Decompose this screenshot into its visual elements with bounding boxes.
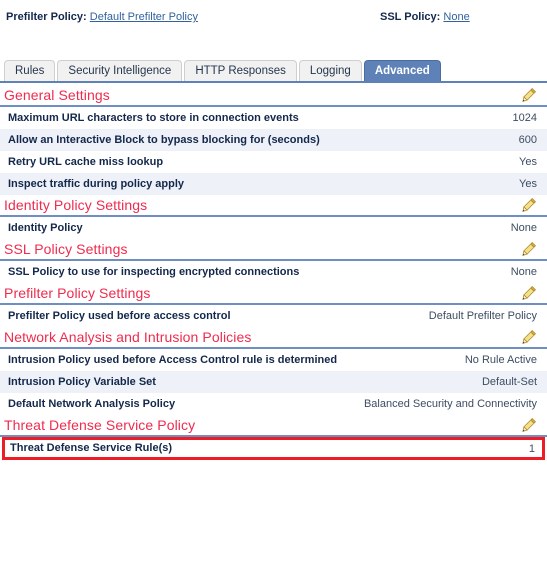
row-label: Prefilter Policy used before access cont… bbox=[8, 309, 231, 322]
row-label: Intrusion Policy Variable Set bbox=[8, 375, 156, 388]
section-network-analysis-and-intrusion-policies: Network Analysis and Intrusion Policies I… bbox=[0, 327, 547, 415]
section-ssl-policy-settings: SSL Policy Settings SSL Policy to use for… bbox=[0, 239, 547, 283]
section-header-network-analysis-and-intrusion-policies: Network Analysis and Intrusion Policies bbox=[0, 327, 547, 349]
section-header-general-settings: General Settings bbox=[0, 85, 547, 107]
section-title: Network Analysis and Intrusion Policies bbox=[4, 329, 252, 345]
pencil-icon[interactable] bbox=[521, 285, 537, 301]
pencil-icon[interactable] bbox=[521, 241, 537, 257]
row-value: 1 bbox=[528, 442, 535, 455]
row-label: Maximum URL characters to store in conne… bbox=[8, 111, 299, 124]
policy-summary-bar: Prefilter Policy: Default Prefilter Poli… bbox=[0, 0, 547, 36]
pencil-icon[interactable] bbox=[521, 329, 537, 345]
row-label: Allow an Interactive Block to bypass blo… bbox=[8, 133, 320, 146]
table-row[interactable]: Maximum URL characters to store in conne… bbox=[0, 107, 547, 129]
row-label: Intrusion Policy used before Access Cont… bbox=[8, 353, 338, 366]
section-title: Identity Policy Settings bbox=[4, 197, 148, 213]
section-identity-policy-settings: Identity Policy Settings Identity Policy N… bbox=[0, 195, 547, 239]
row-value: Default Prefilter Policy bbox=[428, 310, 537, 322]
prefilter-policy-summary: Prefilter Policy: Default Prefilter Poli… bbox=[6, 11, 198, 23]
table-row[interactable]: SSL Policy to use for inspecting encrypt… bbox=[0, 261, 547, 283]
row-value: Default-Set bbox=[481, 376, 537, 388]
row-label: SSL Policy to use for inspecting encrypt… bbox=[8, 265, 300, 278]
ssl-policy-summary: SSL Policy: None bbox=[380, 11, 470, 23]
row-value: No Rule Active bbox=[464, 354, 537, 366]
row-label: Threat Defense Service Rule(s) bbox=[10, 442, 173, 454]
tab-http-responses[interactable]: HTTP Responses bbox=[184, 60, 297, 81]
tab-rules[interactable]: Rules bbox=[4, 60, 56, 81]
table-row[interactable]: Intrusion Policy Variable Set Default-Set bbox=[0, 371, 547, 393]
ssl-policy-link[interactable]: None bbox=[443, 11, 469, 23]
pencil-icon[interactable] bbox=[521, 197, 537, 213]
pencil-icon[interactable] bbox=[521, 87, 537, 103]
row-value: None bbox=[510, 222, 537, 234]
table-row[interactable]: Inspect traffic during policy apply Yes bbox=[0, 173, 547, 195]
section-title: Prefilter Policy Settings bbox=[4, 285, 151, 301]
tab-security-intelligence[interactable]: Security Intelligence bbox=[57, 60, 183, 81]
prefilter-policy-link[interactable]: Default Prefilter Policy bbox=[90, 11, 198, 23]
row-value: Yes bbox=[519, 178, 537, 190]
tab-logging[interactable]: Logging bbox=[298, 60, 362, 81]
row-value: None bbox=[510, 266, 537, 278]
row-label: Retry URL cache miss lookup bbox=[8, 155, 164, 168]
tab-advanced[interactable]: Advanced bbox=[363, 60, 441, 81]
section-threat-defense-service-policy: Threat Defense Service Policy Threat Defe… bbox=[0, 415, 547, 460]
table-row[interactable]: Retry URL cache miss lookup Yes bbox=[0, 151, 547, 173]
row-value: 600 bbox=[518, 134, 537, 146]
table-row[interactable]: Intrusion Policy used before Access Cont… bbox=[0, 349, 547, 371]
section-prefilter-policy-settings: Prefilter Policy Settings Prefilter Polic… bbox=[0, 283, 547, 327]
table-row[interactable]: Identity Policy None bbox=[0, 217, 547, 239]
section-header-ssl-policy-settings: SSL Policy Settings bbox=[0, 239, 547, 261]
tabbar-underline bbox=[0, 81, 547, 83]
pencil-icon[interactable] bbox=[521, 417, 537, 433]
tab-list: Rules Security Intelligence HTTP Responses… bbox=[0, 59, 547, 81]
section-header-prefilter-policy-settings: Prefilter Policy Settings bbox=[0, 283, 547, 305]
section-header-threat-defense-service-policy: Threat Defense Service Policy bbox=[0, 415, 547, 437]
row-label: Default Network Analysis Policy bbox=[8, 397, 176, 410]
table-row-highlighted[interactable]: Threat Defense Service Rule(s) 1 bbox=[2, 437, 545, 460]
row-value: Balanced Security and Connectivity bbox=[363, 398, 537, 410]
settings-sections: General Settings Maximum URL characters t… bbox=[0, 85, 547, 460]
table-row[interactable]: Prefilter Policy used before access cont… bbox=[0, 305, 547, 327]
row-label: Identity Policy bbox=[8, 221, 83, 234]
table-row[interactable]: Default Network Analysis Policy Balanced … bbox=[0, 393, 547, 415]
section-header-identity-policy-settings: Identity Policy Settings bbox=[0, 195, 547, 217]
ssl-policy-label: SSL Policy: bbox=[380, 11, 441, 23]
section-title: General Settings bbox=[4, 87, 110, 103]
row-label: Inspect traffic during policy apply bbox=[8, 177, 185, 190]
section-general-settings: General Settings Maximum URL characters t… bbox=[0, 85, 547, 195]
policy-tabbar: Rules Security Intelligence HTTP Responses… bbox=[0, 59, 547, 83]
advanced-policy-page: Prefilter Policy: Default Prefilter Poli… bbox=[0, 0, 547, 561]
row-value: 1024 bbox=[512, 112, 537, 124]
table-row[interactable]: Allow an Interactive Block to bypass blo… bbox=[0, 129, 547, 151]
section-title: Threat Defense Service Policy bbox=[4, 417, 196, 433]
section-title: SSL Policy Settings bbox=[4, 241, 128, 257]
prefilter-policy-label: Prefilter Policy: bbox=[6, 11, 87, 23]
row-value: Yes bbox=[519, 156, 537, 168]
